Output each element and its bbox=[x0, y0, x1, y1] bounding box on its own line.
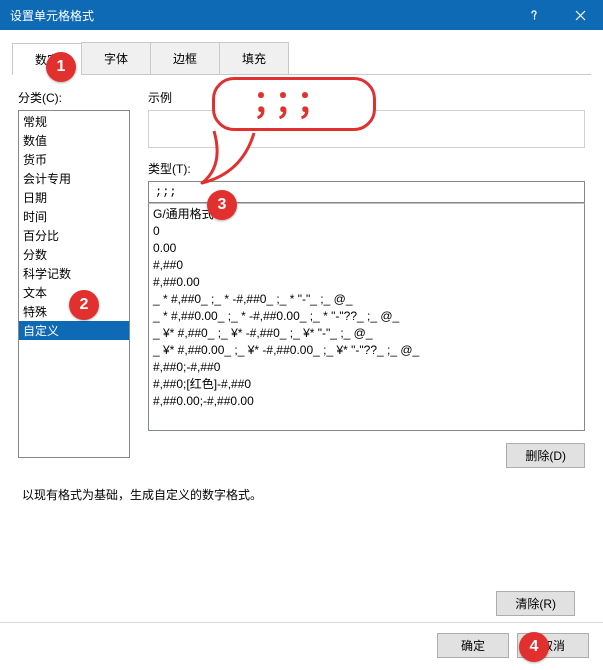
annotation-speech-text: ；；； bbox=[212, 77, 376, 131]
category-item[interactable]: 数值 bbox=[19, 131, 129, 150]
type-item[interactable]: 0.00 bbox=[153, 240, 580, 257]
type-item[interactable]: 0 bbox=[153, 223, 580, 240]
category-item[interactable]: 分数 bbox=[19, 245, 129, 264]
type-item[interactable]: #,##0.00 bbox=[153, 274, 580, 291]
category-list[interactable]: 常规 数值 货币 会计专用 日期 时间 百分比 分数 科学记数 文本 特殊 自定… bbox=[18, 110, 130, 458]
close-button[interactable] bbox=[557, 0, 603, 30]
delete-button[interactable]: 删除(D) bbox=[506, 443, 585, 468]
type-list[interactable]: G/通用格式 0 0.00 #,##0 #,##0.00 _ * #,##0_ … bbox=[148, 203, 585, 431]
category-item[interactable]: 会计专用 bbox=[19, 169, 129, 188]
category-item[interactable]: 文本 bbox=[19, 283, 129, 302]
titlebar: 设置单元格格式 bbox=[0, 0, 603, 30]
type-item[interactable]: #,##0 bbox=[153, 257, 580, 274]
hint-text: 以现有格式为基础，生成自定义的数字格式。 bbox=[18, 486, 585, 503]
type-item[interactable]: _ ¥* #,##0.00_ ;_ ¥* -#,##0.00_ ;_ ¥* "-… bbox=[153, 342, 580, 359]
type-item[interactable]: _ * #,##0_ ;_ * -#,##0_ ;_ * "-"_ ;_ @_ bbox=[153, 291, 580, 308]
tab-font[interactable]: 字体 bbox=[81, 42, 151, 74]
type-item[interactable]: G/通用格式 bbox=[153, 206, 580, 223]
tab-border[interactable]: 边框 bbox=[150, 42, 220, 74]
tab-number[interactable]: 数字 bbox=[12, 43, 82, 75]
type-item[interactable]: #,##0;-#,##0 bbox=[153, 359, 580, 376]
window-title: 设置单元格格式 bbox=[0, 7, 511, 24]
type-item[interactable]: #,##0;[红色]-#,##0 bbox=[153, 376, 580, 393]
type-item[interactable]: #,##0.00;-#,##0.00 bbox=[153, 393, 580, 410]
category-item[interactable]: 时间 bbox=[19, 207, 129, 226]
category-item[interactable]: 特殊 bbox=[19, 302, 129, 321]
ok-button[interactable]: 确定 bbox=[437, 633, 509, 658]
category-item[interactable]: 货币 bbox=[19, 150, 129, 169]
category-item[interactable]: 百分比 bbox=[19, 226, 129, 245]
tab-panel-number: 分类(C): 常规 数值 货币 会计专用 日期 时间 百分比 分数 科学记数 文… bbox=[12, 75, 591, 591]
category-item-custom[interactable]: 自定义 bbox=[19, 321, 129, 340]
help-button[interactable] bbox=[511, 0, 557, 30]
tab-fill[interactable]: 填充 bbox=[219, 42, 289, 74]
category-label: 分类(C): bbox=[18, 89, 130, 106]
cancel-button[interactable]: 取消 bbox=[517, 633, 589, 658]
type-item[interactable]: _ ¥* #,##0_ ;_ ¥* -#,##0_ ;_ ¥* "-"_ ;_ … bbox=[153, 325, 580, 342]
type-item[interactable]: _ * #,##0.00_ ;_ * -#,##0.00_ ;_ * "-"??… bbox=[153, 308, 580, 325]
category-item[interactable]: 日期 bbox=[19, 188, 129, 207]
dialog-footer: 确定 取消 bbox=[0, 622, 603, 670]
annotation-speech-bubble: ；；； bbox=[212, 77, 376, 131]
category-item[interactable]: 常规 bbox=[19, 112, 129, 131]
category-item[interactable]: 科学记数 bbox=[19, 264, 129, 283]
clear-button[interactable]: 清除(R) bbox=[496, 591, 575, 616]
